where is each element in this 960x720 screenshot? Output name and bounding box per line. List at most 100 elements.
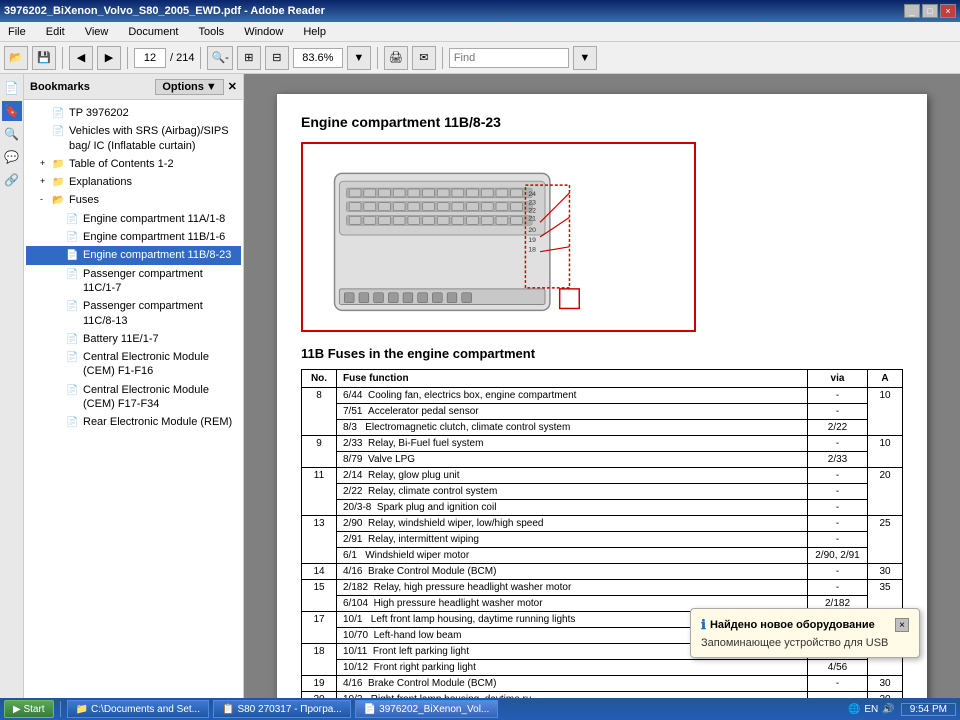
- menu-help[interactable]: Help: [299, 24, 330, 40]
- svg-text:18: 18: [528, 247, 536, 254]
- sidebar-item-pc11c[interactable]: 📄 Passenger compartment 11C/1-7: [26, 265, 241, 298]
- sidebar-item-label: Vehicles with SRS (Airbag)/SIPS bag/ IC …: [69, 124, 237, 153]
- sidebar-item-rem[interactable]: 📄 Rear Electronic Module (REM): [26, 413, 241, 431]
- sidebar-item-cem2[interactable]: 📄 Central Electronic Module (CEM) F17-F3…: [26, 381, 241, 414]
- zoom-out-button[interactable]: 🔍-: [207, 46, 232, 70]
- menu-tools[interactable]: Tools: [195, 24, 229, 40]
- sidebar-item-label: Passenger compartment 11C/1-7: [83, 267, 237, 296]
- fuse-function: 10/12 Front right parking light: [337, 660, 808, 676]
- sidebar-item-label: Passenger compartment 11C/8-13: [83, 299, 237, 328]
- print-button[interactable]: 🖨: [384, 46, 408, 70]
- email-button[interactable]: ✉: [412, 46, 436, 70]
- notification-title: ℹ Найдено новое оборудование: [701, 617, 875, 633]
- menu-edit[interactable]: Edit: [42, 24, 69, 40]
- menu-view[interactable]: View: [81, 24, 113, 40]
- close-button[interactable]: ×: [940, 4, 956, 18]
- fuse-function: 2/33 Relay, Bi-Fuel fuel system: [337, 436, 808, 452]
- sidebar-item-vehicles[interactable]: 📄 Vehicles with SRS (Airbag)/SIPS bag/ I…: [26, 122, 241, 155]
- sidebar-item-label: Table of Contents 1-2: [69, 157, 237, 171]
- sidebar-options-button[interactable]: Options ▼: [155, 79, 223, 95]
- open-button[interactable]: 📂: [4, 46, 28, 70]
- comment-panel-icon[interactable]: 💬: [2, 147, 22, 167]
- sidebar-item-toc[interactable]: + 📁 Table of Contents 1-2: [26, 155, 241, 173]
- notification-popup: ℹ Найдено новое оборудование × Запоминаю…: [690, 608, 920, 658]
- info-icon: ℹ: [701, 617, 706, 633]
- taskbar-folder-button[interactable]: 📁 C:\Documents and Set...: [67, 700, 209, 718]
- sidebar-item-label: Engine compartment 11B/1-6: [83, 230, 237, 244]
- fuse-no: 14: [302, 564, 337, 580]
- menu-file[interactable]: File: [4, 24, 30, 40]
- sidebar-item-cem1[interactable]: 📄 Central Electronic Module (CEM) F1-F16: [26, 348, 241, 381]
- svg-text:24: 24: [528, 191, 536, 198]
- sidebar-content: 📄 TP 3976202 📄 Vehicles with SRS (Airbag…: [24, 100, 243, 698]
- menu-window[interactable]: Window: [240, 24, 287, 40]
- table-row: 10/12 Front right parking light 4/56: [302, 660, 903, 676]
- sidebar-item-fuses[interactable]: - 📂 Fuses: [26, 191, 241, 209]
- svg-text:22: 22: [528, 208, 536, 215]
- sidebar-item-pc11c2[interactable]: 📄 Passenger compartment 11C/8-13: [26, 297, 241, 330]
- sidebar-item-label: Central Electronic Module (CEM) F1-F16: [83, 350, 237, 379]
- start-button[interactable]: ▶ Start: [4, 700, 54, 718]
- forward-button[interactable]: ▶: [97, 46, 121, 70]
- sidebar-item-label: Central Electronic Module (CEM) F17-F34: [83, 383, 237, 412]
- sidebar-item-bat[interactable]: 📄 Battery 11E/1-7: [26, 330, 241, 348]
- page-number-input[interactable]: [134, 48, 166, 68]
- save-button[interactable]: 💾: [32, 46, 56, 70]
- find-input[interactable]: [449, 48, 569, 68]
- page-title: Engine compartment 11B/8-23: [301, 114, 903, 130]
- fuse-function: 4/16 Brake Control Module (BCM): [337, 676, 808, 692]
- sidebar-title: Bookmarks: [30, 81, 90, 93]
- sidebar-item-label: Fuses: [69, 193, 237, 207]
- maximize-button[interactable]: □: [922, 4, 938, 18]
- back-button[interactable]: ◀: [69, 46, 93, 70]
- table-header-no: No.: [302, 370, 337, 388]
- bookmark-panel-icon[interactable]: 🔖: [2, 101, 22, 121]
- sidebar-item-tp[interactable]: 📄 TP 3976202: [26, 104, 241, 122]
- fit-page-button[interactable]: ⊞: [237, 46, 261, 70]
- sidebar-item-label: Rear Electronic Module (REM): [83, 415, 237, 429]
- svg-text:19: 19: [528, 237, 536, 244]
- app2-icon: 📄: [364, 704, 376, 715]
- svg-text:20: 20: [528, 227, 536, 234]
- table-header-via: via: [808, 370, 868, 388]
- link-panel-icon[interactable]: 🔗: [2, 170, 22, 190]
- notification-header: ℹ Найдено новое оборудование ×: [701, 617, 909, 633]
- pdf-content-area[interactable]: Engine compartment 11B/8-23: [244, 74, 960, 698]
- fuse-no: 19: [302, 676, 337, 692]
- sidebar-item-explanations[interactable]: + 📁 Explanations: [26, 173, 241, 191]
- table-row: 13 2/90 Relay, windshield wiper, low/hig…: [302, 516, 903, 532]
- sidebar-item-label: Battery 11E/1-7: [83, 332, 237, 346]
- fuse-function: 2/90 Relay, windshield wiper, low/high s…: [337, 516, 808, 532]
- sidebar-item-ec11b[interactable]: 📄 Engine compartment 11B/8-23: [26, 246, 241, 264]
- fuse-function: 8/3 Electromagnetic clutch, climate cont…: [337, 420, 808, 436]
- fuse-no: 11: [302, 468, 337, 516]
- svg-text:23: 23: [528, 200, 536, 207]
- sidebar-item-ec11a[interactable]: 📄 Engine compartment 11A/1-8: [26, 210, 241, 228]
- menu-document[interactable]: Document: [124, 24, 182, 40]
- sidebar-header: Bookmarks Options ▼ ✕: [24, 74, 243, 100]
- title-bar-text: 3976202_BiXenon_Volvo_S80_2005_EWD.pdf -…: [4, 5, 325, 17]
- taskbar-app2-button[interactable]: 📄 3976202_BiXenon_Vol...: [355, 700, 499, 718]
- svg-text:21: 21: [528, 215, 536, 222]
- sidebar-item-ec11b1[interactable]: 📄 Engine compartment 11B/1-6: [26, 228, 241, 246]
- sidebar-close-button[interactable]: ✕: [228, 80, 237, 93]
- fuse-no: 13: [302, 516, 337, 564]
- fuse-function: 6/1 Windshield wiper motor: [337, 548, 808, 564]
- fuse-function: 2/22 Relay, climate control system: [337, 484, 808, 500]
- notification-close-button[interactable]: ×: [895, 618, 909, 632]
- table-row: 2/22 Relay, climate control system -: [302, 484, 903, 500]
- find-dropdown-button[interactable]: ▼: [573, 46, 597, 70]
- page-thumbnail-icon[interactable]: 📄: [2, 78, 22, 98]
- search-panel-icon[interactable]: 🔍: [2, 124, 22, 144]
- notification-text: Запоминающее устройство для USB: [701, 637, 909, 649]
- fuse-no: 18: [302, 644, 337, 676]
- fit-width-button[interactable]: ⊟: [265, 46, 289, 70]
- zoom-dropdown-button[interactable]: ▼: [347, 46, 371, 70]
- taskbar-app1-button[interactable]: 📋 S80 270317 - Програ...: [213, 700, 351, 718]
- fuse-function: 8/79 Valve LPG: [337, 452, 808, 468]
- minimize-button[interactable]: _: [904, 4, 920, 18]
- zoom-input[interactable]: [293, 48, 343, 68]
- table-row: 8/79 Valve LPG 2/33: [302, 452, 903, 468]
- fuse-function: 20/3-8 Spark plug and ignition coil: [337, 500, 808, 516]
- fuse-no: 9: [302, 436, 337, 468]
